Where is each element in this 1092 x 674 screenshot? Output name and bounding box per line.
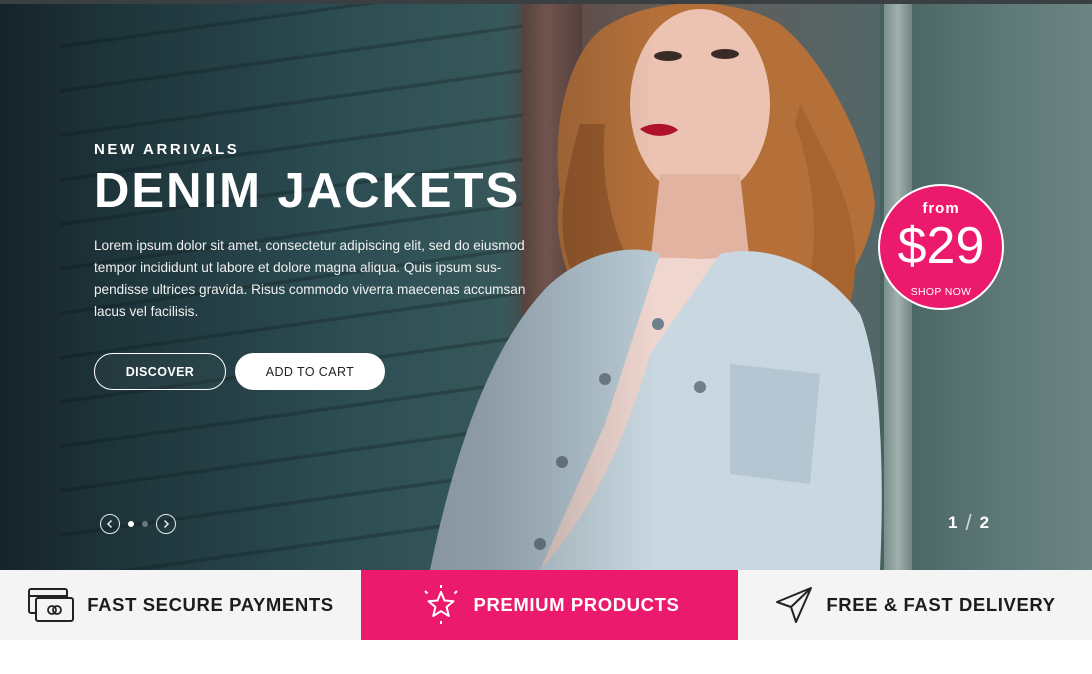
- hero-description: Lorem ipsum dolor sit amet, consectetur …: [94, 238, 526, 320]
- hero-headline: DENIM JACKETS: [94, 164, 521, 218]
- credit-card-icon: [27, 586, 75, 624]
- slide-current: 1: [948, 513, 958, 532]
- feature-free-delivery: FREE & FAST DELIVERY: [738, 570, 1092, 640]
- next-slide-button[interactable]: [156, 514, 176, 534]
- hero-slider: NEW ARRIVALS DENIM JACKETS Lorem ipsum d…: [0, 4, 1092, 570]
- features-bar: FAST SECURE PAYMENTS PREMIUM PRODUCTS FR…: [0, 570, 1092, 640]
- chevron-left-icon: [106, 519, 113, 529]
- feature-label-delivery: FREE & FAST DELIVERY: [826, 594, 1056, 615]
- price-value: $29: [897, 217, 985, 275]
- feature-label-payments: FAST SECURE PAYMENTS: [87, 594, 334, 615]
- slide-total: 2: [979, 513, 990, 532]
- slider-dot-1[interactable]: [128, 521, 134, 527]
- slide-counter: 1 / 2: [948, 510, 989, 536]
- slide-separator: /: [965, 510, 972, 535]
- feature-secure-payments: FAST SECURE PAYMENTS: [0, 570, 361, 640]
- feature-label-premium: PREMIUM PRODUCTS: [473, 594, 680, 615]
- hero-content: NEW ARRIVALS DENIM JACKETS Lorem ipsum d…: [94, 141, 534, 391]
- paper-plane-icon: [774, 585, 814, 625]
- hero-buttons: DISCOVER ADD TO CART: [94, 353, 534, 391]
- discover-button[interactable]: DISCOVER: [94, 353, 226, 391]
- price-from-label: from: [922, 200, 960, 217]
- feature-premium-products: PREMIUM PRODUCTS: [361, 570, 738, 640]
- star-icon: [420, 584, 462, 626]
- hero-eyebrow: NEW ARRIVALS: [94, 141, 240, 158]
- add-to-cart-button[interactable]: ADD TO CART: [235, 353, 385, 391]
- shop-now-link[interactable]: SHOP NOW: [880, 286, 1002, 298]
- price-badge[interactable]: from $29 SHOP NOW: [878, 184, 1004, 310]
- chevron-right-icon: [163, 519, 170, 529]
- slider-dot-2[interactable]: [142, 521, 148, 527]
- prev-slide-button[interactable]: [100, 514, 120, 534]
- slider-nav: [100, 514, 176, 534]
